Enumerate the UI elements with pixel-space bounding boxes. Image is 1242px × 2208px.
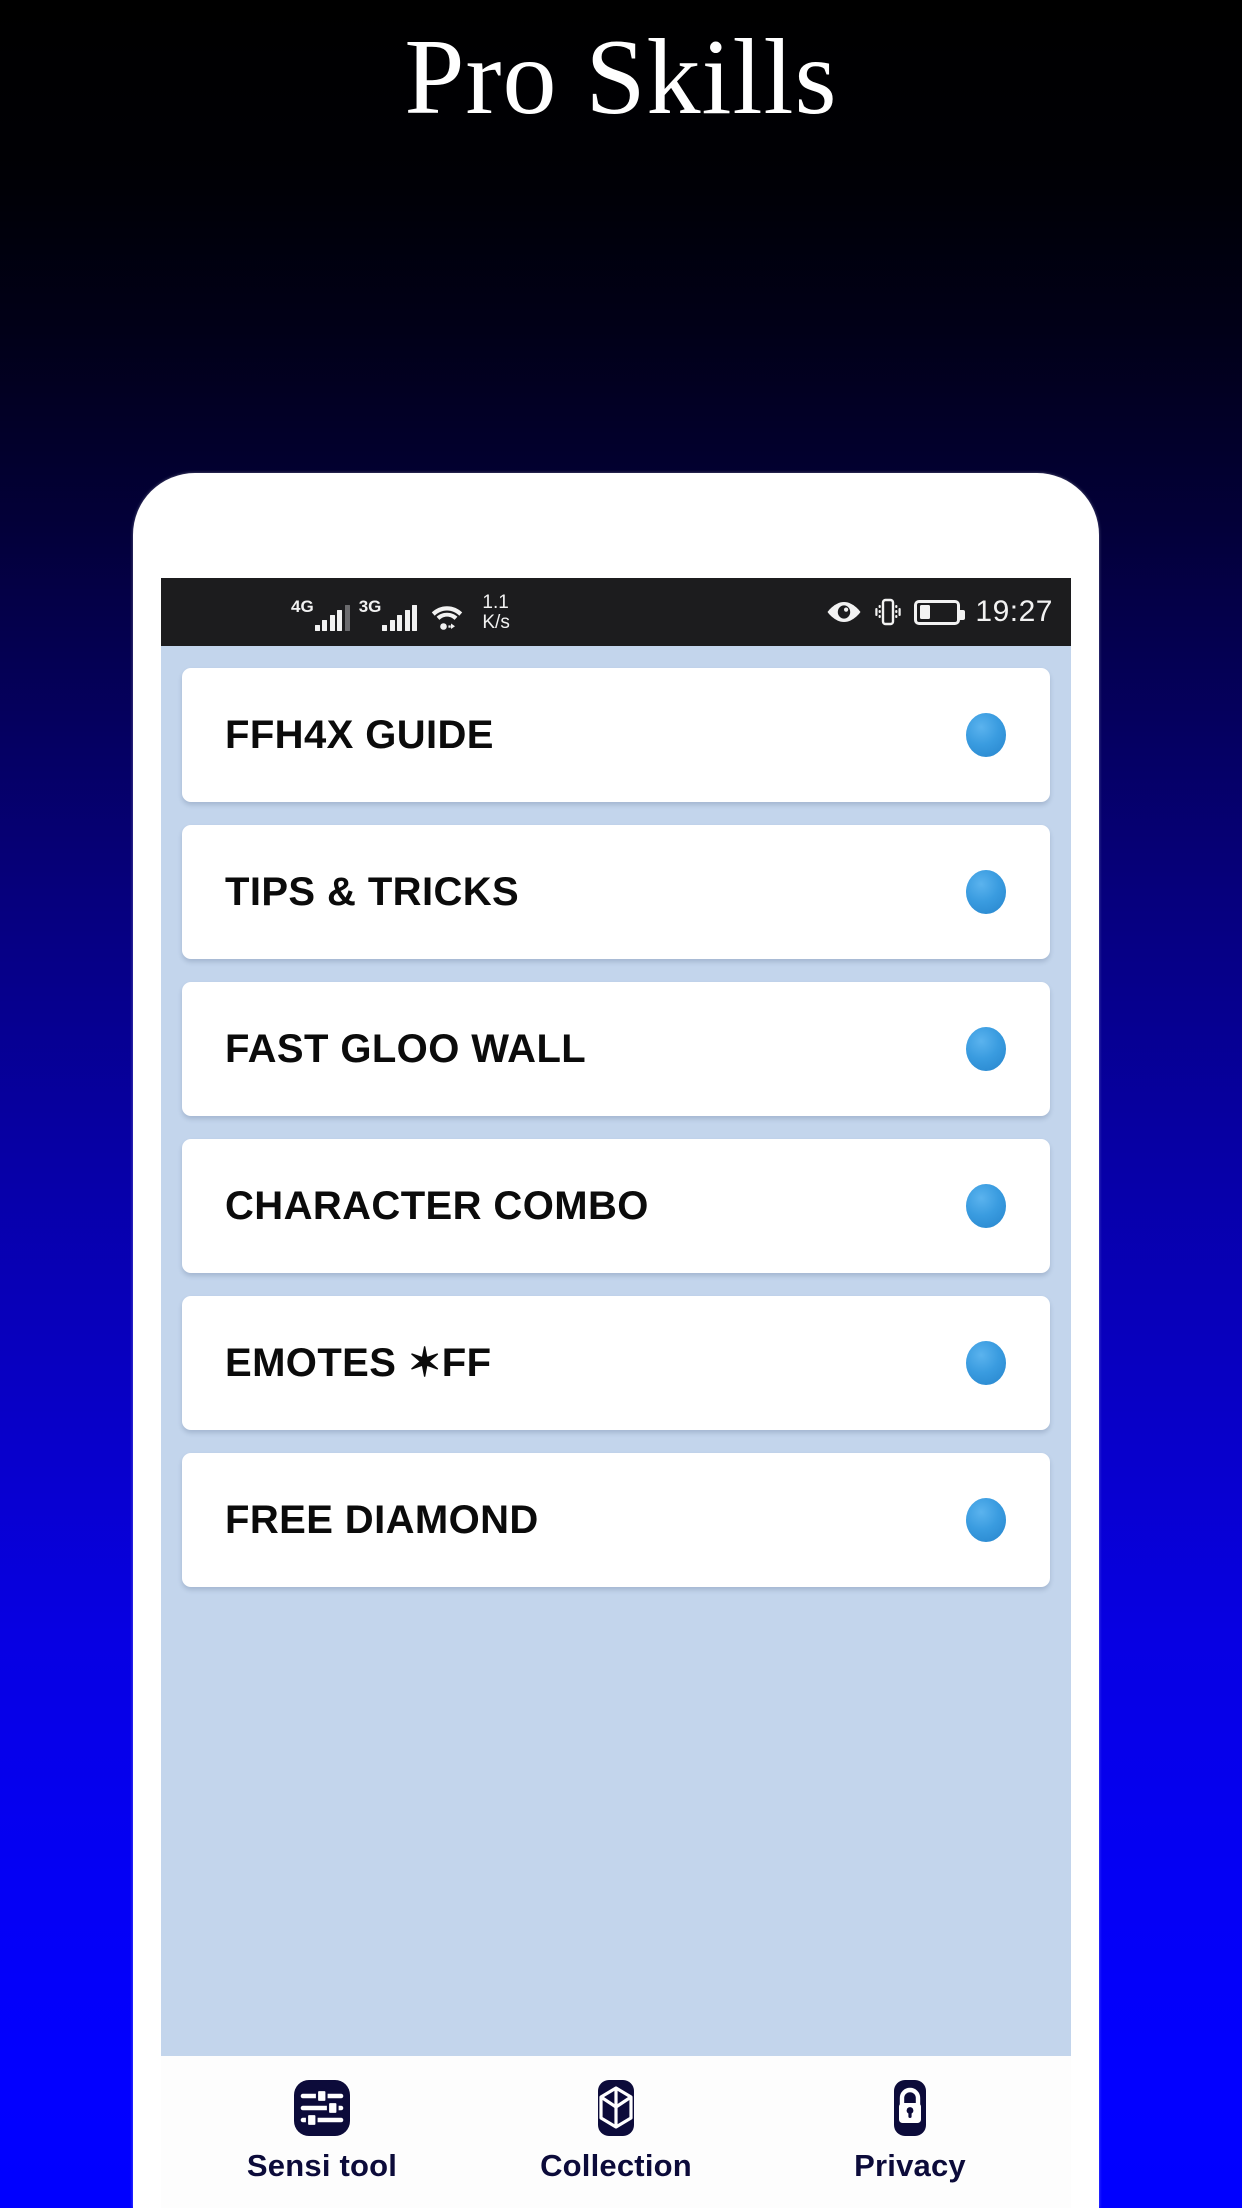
menu-item-label: FREE DIAMOND — [225, 1497, 539, 1542]
phone-mockup: 4G 3G 1.1 K/s 19:27 FFH4X GUIDE TIPS & T… — [133, 473, 1099, 2208]
blue-dot-icon — [966, 870, 1006, 914]
screenshot-root: Pro Skills 4G 3G 1.1 K/s 19:27 FFH4X GUI… — [0, 0, 1242, 2208]
signal-bars-icon-2 — [382, 604, 418, 631]
blue-dot-icon — [966, 1341, 1006, 1385]
eye-comfort-icon — [826, 601, 862, 623]
nav-item-label: Sensi tool — [246, 2148, 398, 2183]
phone-screen: 4G 3G 1.1 K/s 19:27 FFH4X GUIDE TIPS & T… — [161, 578, 1071, 2208]
menu-item-label: EMOTES ✶FF — [225, 1341, 492, 1385]
signal-4g-group: 4G — [291, 598, 350, 631]
blue-dot-icon — [966, 1498, 1006, 1542]
menu-item-free-diamond[interactable]: FREE DIAMOND — [182, 1453, 1050, 1587]
data-speed: 1.1 K/s — [482, 593, 509, 632]
battery-icon — [914, 599, 966, 625]
blue-dot-icon — [966, 1027, 1006, 1071]
page-title: Pro Skills — [404, 18, 838, 137]
menu-item-label: CHARACTER COMBO — [225, 1183, 649, 1228]
lock-icon — [878, 2076, 942, 2140]
nav-item-sensi-tool[interactable]: Sensi tool — [175, 2076, 469, 2184]
signal-bars-icon — [314, 604, 350, 631]
menu-item-label: FFH4X GUIDE — [225, 712, 494, 757]
nav-item-privacy[interactable]: Privacy — [763, 2076, 1057, 2184]
cube-icon — [584, 2076, 648, 2140]
menu-item-label: FAST GLOO WALL — [225, 1026, 587, 1071]
menu-item-fast-gloo-wall[interactable]: FAST GLOO WALL — [182, 982, 1050, 1116]
menu-item-label: TIPS & TRICKS — [225, 869, 520, 914]
status-bar: 4G 3G 1.1 K/s 19:27 — [161, 578, 1071, 646]
signal-3g-group: 3G — [359, 598, 418, 631]
menu-item-emotes-ff[interactable]: EMOTES ✶FF — [182, 1296, 1050, 1430]
data-speed-value: 1.1 — [482, 592, 509, 614]
menu-item-tips-tricks[interactable]: TIPS & TRICKS — [182, 825, 1050, 959]
network-type-secondary-label: 3G — [358, 596, 382, 616]
blue-dot-icon — [966, 713, 1006, 757]
bottom-navigation-bar: Sensi tool Collection Privacy — [161, 2056, 1071, 2208]
status-bar-right: 19:27 — [826, 595, 1053, 629]
blue-dot-icon — [966, 1184, 1006, 1228]
data-speed-unit: K/s — [482, 611, 510, 633]
menu-item-ffh4x-guide[interactable]: FFH4X GUIDE — [182, 668, 1050, 802]
vibrate-icon — [875, 597, 902, 627]
status-bar-clock: 19:27 — [975, 595, 1053, 628]
wifi-icon — [430, 603, 464, 631]
menu-list: FFH4X GUIDE TIPS & TRICKS FAST GLOO WALL… — [161, 646, 1071, 2056]
menu-item-character-combo[interactable]: CHARACTER COMBO — [182, 1139, 1050, 1273]
network-type-primary-label: 4G — [291, 596, 314, 616]
sliders-icon — [290, 2076, 354, 2140]
status-bar-left: 4G 3G 1.1 K/s — [179, 593, 826, 632]
nav-item-label: Privacy — [854, 2148, 966, 2183]
nav-item-collection[interactable]: Collection — [469, 2076, 763, 2184]
nav-item-label: Collection — [540, 2148, 692, 2183]
